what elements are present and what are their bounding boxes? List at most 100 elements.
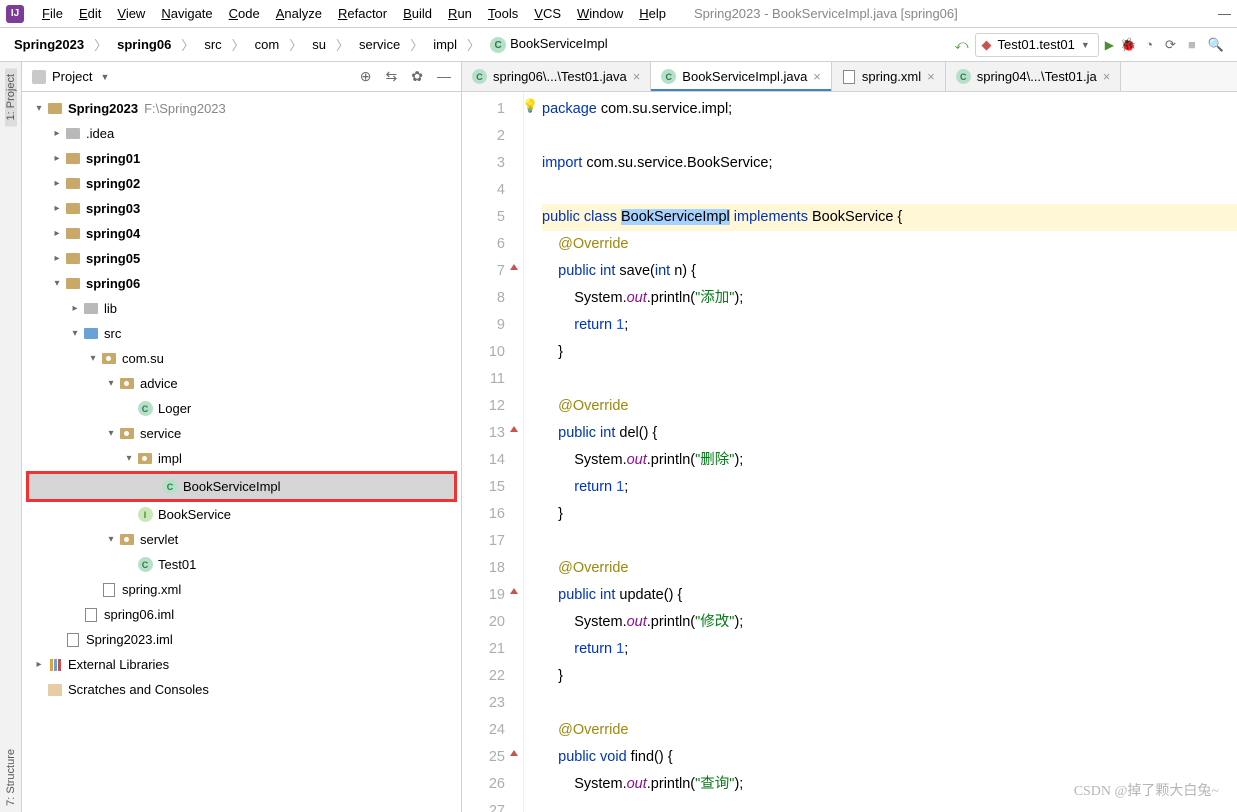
editor-tabs: Cspring06\...\Test01.java × C BookServiceIm… [462, 62, 1237, 92]
menu-navigate[interactable]: Navigate [153, 4, 220, 23]
tree-node[interactable]: ▸spring04 [22, 221, 461, 246]
tree-node[interactable]: ▸External Libraries [22, 652, 461, 677]
menu-analyze[interactable]: Analyze [268, 4, 330, 23]
minimize-icon[interactable]: — [1218, 6, 1231, 21]
menu-window[interactable]: Window [569, 4, 631, 23]
run-config-label: Test01.test01 [998, 37, 1075, 52]
menu-bar: IJ FileEditViewNavigateCodeAnalyzeRefact… [0, 0, 1237, 28]
settings-icon[interactable]: ✿ [411, 68, 423, 85]
tab-label: BookServiceImpl.java [682, 69, 807, 84]
tree-node[interactable]: ▾impl [22, 446, 461, 471]
menu-vcs[interactable]: VCS [526, 4, 569, 23]
tree-node[interactable]: ▾advice [22, 371, 461, 396]
close-icon[interactable]: × [927, 69, 935, 84]
tree-node[interactable]: ▸.idea [22, 121, 461, 146]
editor-tab[interactable]: C BookServiceImpl.java × [651, 62, 832, 91]
tree-node[interactable]: ▾Spring2023F:\Spring2023 [22, 96, 461, 121]
intention-bulb-icon[interactable] [522, 92, 538, 108]
menu-help[interactable]: Help [631, 4, 674, 23]
class-icon: C [956, 69, 971, 84]
class-icon: C [472, 69, 487, 84]
menu-tools[interactable]: Tools [480, 4, 526, 23]
menu-run[interactable]: Run [440, 4, 480, 23]
main-area: 1: Project 7: Structure Project ▼ ⊕ ⇆ ✿ … [0, 62, 1237, 812]
stop-icon[interactable]: ■ [1185, 37, 1199, 52]
breadcrumb-item[interactable]: service [355, 35, 404, 54]
menu-refactor[interactable]: Refactor [330, 4, 395, 23]
project-panel: Project ▼ ⊕ ⇆ ✿ — ▾Spring2023F:\Spring20… [22, 62, 462, 812]
breadcrumb-item[interactable]: src [200, 35, 225, 54]
menu-file[interactable]: File [34, 4, 71, 23]
left-tool-strip: 1: Project 7: Structure [0, 62, 22, 812]
build-icon[interactable]: ⤺ [955, 37, 969, 53]
chevron-down-icon[interactable]: ▼ [100, 72, 109, 82]
editor-tab[interactable]: Cspring06\...\Test01.java × [462, 62, 651, 91]
breadcrumb-item[interactable]: com [251, 35, 284, 54]
tree-node[interactable]: ▸spring05 [22, 246, 461, 271]
breadcrumb-item[interactable]: impl [429, 35, 461, 54]
menu-items: FileEditViewNavigateCodeAnalyzeRefactorB… [34, 4, 674, 23]
editor-tab[interactable]: spring.xml × [832, 62, 946, 91]
breadcrumb-item[interactable]: spring06 [113, 35, 175, 54]
menu-view[interactable]: View [109, 4, 153, 23]
hide-icon[interactable]: — [437, 68, 451, 85]
tree-node[interactable]: ▾servlet [22, 527, 461, 552]
side-tab-project[interactable]: 1: Project [5, 68, 17, 126]
editor-tab[interactable]: Cspring04\...\Test01.ja × [946, 62, 1122, 91]
tab-label: spring06\...\Test01.java [493, 69, 627, 84]
project-tree[interactable]: ▾Spring2023F:\Spring2023▸.idea▸spring01▸… [22, 92, 461, 812]
project-panel-header: Project ▼ ⊕ ⇆ ✿ — [22, 62, 461, 92]
tree-node[interactable]: Spring2023.iml [22, 627, 461, 652]
tab-label: spring.xml [862, 69, 921, 84]
tree-node[interactable]: ▾src [22, 321, 461, 346]
menu-code[interactable]: Code [221, 4, 268, 23]
project-panel-title: Project [52, 69, 92, 84]
breadcrumb-item[interactable]: Spring2023 [10, 35, 88, 54]
profile-icon[interactable]: ⟳ [1162, 37, 1179, 53]
xml-icon [842, 70, 856, 84]
tree-node[interactable]: ▾spring06 [22, 271, 461, 296]
locate-icon[interactable]: ⊕ [360, 68, 372, 85]
tree-node[interactable]: CTest01 [22, 552, 461, 577]
tree-node[interactable]: ▸lib [22, 296, 461, 321]
breadcrumb[interactable]: Spring2023〉spring06〉src〉com〉su〉service〉i… [10, 34, 612, 56]
menu-edit[interactable]: Edit [71, 4, 109, 23]
tree-node[interactable]: ▾com.su [22, 346, 461, 371]
search-icon[interactable]: 🔍 [1205, 37, 1227, 53]
code-area[interactable]: 1234567891011121314151617181920212223242… [462, 92, 1237, 812]
tree-node[interactable]: Scratches and Consoles [22, 677, 461, 702]
close-icon[interactable]: × [1103, 69, 1111, 84]
tree-node[interactable]: spring.xml [22, 577, 461, 602]
close-icon[interactable]: × [813, 69, 821, 84]
editor: Cspring06\...\Test01.java × C BookServiceIm… [462, 62, 1237, 812]
menu-build[interactable]: Build [395, 4, 440, 23]
code[interactable]: package com.su.service.impl;import com.s… [524, 92, 1237, 812]
chevron-down-icon: ▼ [1081, 40, 1090, 50]
collapse-icon[interactable]: ⇆ [386, 68, 398, 85]
tree-node[interactable]: ▸spring01 [22, 146, 461, 171]
watermark: CSDN @掉了颗大白兔~ [1074, 780, 1219, 800]
app-logo: IJ [6, 5, 24, 23]
run-icon[interactable]: ▶ [1105, 38, 1114, 52]
tree-node[interactable]: IBookService [22, 502, 461, 527]
breadcrumb-item[interactable]: su [308, 35, 330, 54]
tree-node[interactable]: ▾service [22, 421, 461, 446]
breadcrumb-item[interactable]: CBookServiceImpl [486, 34, 612, 56]
debug-icon[interactable]: 🐞 [1120, 37, 1136, 53]
gutter: 1234567891011121314151617181920212223242… [462, 92, 524, 812]
run-config-dropdown[interactable]: ◆ Test01.test01 ▼ [975, 33, 1099, 57]
tab-label: spring04\...\Test01.ja [977, 69, 1097, 84]
tree-node[interactable]: ▸spring03 [22, 196, 461, 221]
window-controls: — [1218, 6, 1231, 21]
tree-node[interactable]: CBookServiceImpl [29, 474, 454, 499]
window-title: Spring2023 - BookServiceImpl.java [sprin… [694, 6, 958, 21]
class-icon: C [661, 69, 676, 84]
coverage-icon[interactable]: ◔ [1142, 37, 1156, 52]
side-tab-structure[interactable]: 7: Structure [5, 743, 17, 812]
toolbar: Spring2023〉spring06〉src〉com〉su〉service〉i… [0, 28, 1237, 62]
tree-node[interactable]: CLoger [22, 396, 461, 421]
project-view-icon [32, 70, 46, 84]
tree-node[interactable]: ▸spring02 [22, 171, 461, 196]
close-icon[interactable]: × [633, 69, 641, 84]
tree-node[interactable]: spring06.iml [22, 602, 461, 627]
